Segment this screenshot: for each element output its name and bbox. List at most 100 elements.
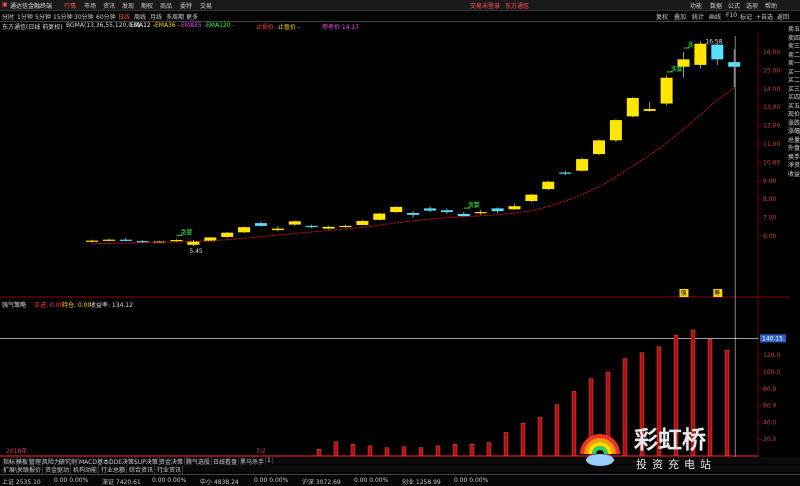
candle-body <box>660 77 673 104</box>
date-label: 2018年 <box>6 447 27 455</box>
period-tab-week[interactable]: 周线 <box>134 12 146 21</box>
stop-loss-label: 止损价 - <box>256 24 279 31</box>
ema12-label: EMA12 - <box>130 22 155 29</box>
tool-f10[interactable]: F10 <box>726 12 737 19</box>
watermark-title: 彩虹桥 <box>633 426 707 454</box>
candle-body <box>221 232 234 237</box>
tab-tabs2-2[interactable]: 资金驱动 <box>44 465 72 474</box>
sub-y-tick-label: 120.0 <box>763 352 780 359</box>
sub-indicator-bar <box>486 442 492 457</box>
y-tick-label: 6.00 <box>763 233 777 240</box>
tool-add-favorite[interactable]: +自选 <box>756 12 773 21</box>
app-title: 通达信金融终端 <box>10 3 53 10</box>
period-tab-60min[interactable]: 60分钟 <box>96 12 116 21</box>
tool-back[interactable]: 返回 <box>777 12 789 21</box>
candle-body <box>322 226 335 229</box>
tool-mark[interactable]: 标记 <box>740 12 752 21</box>
tab-tabs2-5[interactable]: 综合资讯 <box>128 465 156 474</box>
period-tab-month[interactable]: 月线 <box>150 12 162 21</box>
sub-indicator-income: 收益率: 134.12 <box>90 301 133 309</box>
candle-body <box>626 98 639 117</box>
menu-item-help[interactable]: 帮助 <box>765 1 777 10</box>
tab-tabs2-6[interactable]: 行业资讯 <box>156 465 184 474</box>
menu-item-formula[interactable]: 公式 <box>728 1 740 10</box>
sub-indicator-bar <box>554 404 560 457</box>
tool-stats[interactable]: 统计 <box>692 12 704 21</box>
menu-item-options-settings[interactable]: 选项 <box>746 1 758 10</box>
menu-item-options[interactable]: 期权 <box>141 1 153 10</box>
watermark-subtitle: 投资充电站 <box>636 457 716 471</box>
candle-body <box>424 208 436 211</box>
menu-item-market[interactable]: 市场 <box>84 1 96 10</box>
candle-body <box>238 227 251 233</box>
candle-body <box>728 62 741 67</box>
sub-indicator-bar <box>503 432 509 457</box>
security-name: 东方通信(日线 前复权) <box>2 24 63 31</box>
period-tab-more[interactable]: 更多 <box>186 12 198 21</box>
candle-body <box>390 206 403 213</box>
candle-body <box>593 140 605 155</box>
tool-draw[interactable]: 画线 <box>709 12 721 21</box>
period-tab-15min[interactable]: 15分钟 <box>53 12 73 21</box>
buy-signal-label: 贪婪 <box>468 201 480 209</box>
candle-body <box>102 239 115 241</box>
sub-indicator-hold: 持仓: 0.00 <box>62 301 91 309</box>
menu-item-data[interactable]: 数据 <box>710 1 722 10</box>
tab-tabs1-12[interactable]: 1 <box>266 457 273 464</box>
y-tick-label: 13.00 <box>763 104 780 111</box>
candle-body <box>609 120 622 141</box>
candle-body <box>407 213 420 215</box>
menu-item-quote[interactable]: 行情 <box>64 1 76 10</box>
sub-indicator-bar <box>333 441 339 457</box>
kline-chart[interactable]: 16.0015.0014.0013.0012.0011.0010.009.008… <box>0 31 790 467</box>
sub-indicator-bar <box>537 417 543 457</box>
tab-tabs2-1[interactable]: 关联报价 <box>16 465 44 474</box>
candle-body <box>643 109 656 111</box>
period-tab-5min[interactable]: 5分钟 <box>35 12 51 21</box>
menu-item-function[interactable]: 功能 <box>690 1 702 10</box>
period-tab-multi[interactable]: 多周期 <box>166 12 184 21</box>
y-tick-label: 7.00 <box>763 215 777 222</box>
buy-signal-label: 贪婪 <box>671 65 683 73</box>
status-sme-change: 0.00 0.00% <box>254 477 289 484</box>
y-tick-label: 9.00 <box>763 178 777 185</box>
menu-item-entrust[interactable]: 委特 <box>180 1 192 10</box>
sub-indicator-bar <box>316 449 322 457</box>
ema36-label: EMA36 - <box>155 22 180 29</box>
period-tab-30min[interactable]: 30分钟 <box>74 12 94 21</box>
tab-tabs2-3[interactable]: 机构动能 <box>72 465 100 474</box>
menu-item-trade[interactable]: 交易 <box>200 1 212 10</box>
menu-item-news[interactable]: 资讯 <box>103 1 115 10</box>
sub-indicator-bar <box>452 444 458 457</box>
period-tab-day[interactable]: 日线 <box>118 12 130 21</box>
y-tick-label: 12.00 <box>763 123 780 130</box>
y-tick-label: 15.00 <box>763 67 780 74</box>
menu-item-discover[interactable]: 发现 <box>122 1 134 10</box>
menu-item-goods[interactable]: 商品 <box>160 1 172 10</box>
candle-body <box>508 206 521 210</box>
tool-overlay[interactable]: 叠加 <box>674 12 686 21</box>
candle-body <box>373 213 386 220</box>
y-tick-label: 10.00 <box>763 159 780 166</box>
status-hs-change: 0.00 0.00% <box>354 477 389 484</box>
candle-body <box>356 220 369 225</box>
tool-restore-rights[interactable]: 复权 <box>656 12 668 21</box>
broker-name: 东方通信 <box>505 3 530 10</box>
broker-login-link[interactable]: 交易未登录 <box>470 1 500 10</box>
tab-tabs2-4[interactable]: 行业总额 <box>100 465 128 474</box>
sub-y-tick-label: 80.0 <box>763 386 777 393</box>
candle-body <box>542 181 555 190</box>
period-tab-intraday[interactable]: 分时 <box>2 12 14 21</box>
order-book-label: 收益 <box>788 170 800 178</box>
candle-body <box>271 228 284 231</box>
candle-body <box>694 43 707 65</box>
status-sh-change: 0.00 0.00% <box>54 477 89 484</box>
period-toolbar: 分时 1分钟 5分钟 15分钟 30分钟 60分钟 日线 周线 月线 多周期 更… <box>0 11 800 22</box>
y-tick-label: 8.00 <box>763 196 777 203</box>
sub-indicator-bar <box>418 447 424 457</box>
period-tab-1min[interactable]: 1分钟 <box>17 12 33 21</box>
candle-body <box>255 223 267 226</box>
candle-series <box>86 41 741 247</box>
status-sz-change: 0.00 0.00% <box>152 477 187 484</box>
rainbow-logo-icon <box>580 434 620 466</box>
